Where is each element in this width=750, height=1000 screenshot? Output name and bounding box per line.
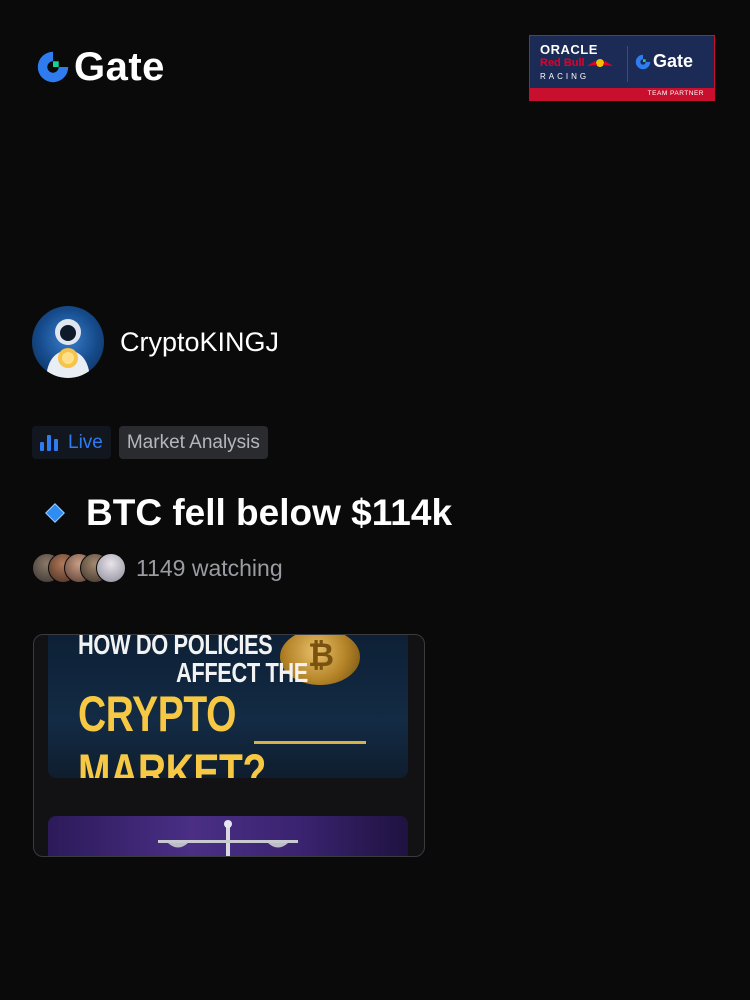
post-thumbnail[interactable]: ₿ HOW DO POLICIES AFFECT THE CRYPTO MARK… [48, 635, 408, 778]
scales-of-justice-icon [158, 820, 298, 856]
author-row[interactable]: CryptoKINGJ [32, 306, 279, 378]
logo-text: Gate [74, 45, 165, 89]
racing-wordmark: RACING [540, 72, 590, 81]
author-name[interactable]: CryptoKINGJ [120, 327, 279, 358]
live-bars-icon [40, 434, 58, 451]
watching-count: 1149 watching [136, 554, 283, 581]
redbull-wordmark: Red Bull [540, 57, 585, 69]
thumbnail-underline [254, 741, 366, 744]
viewers-row: 1149 watching [32, 553, 283, 583]
gate-logo[interactable]: Gate [34, 45, 165, 89]
partner-banner[interactable]: ORACLE Red Bull RACING Gate TEAM PARTNER [529, 35, 715, 101]
gate-logo-icon [635, 54, 651, 69]
post-thumbnail-2[interactable] [48, 816, 408, 856]
banner-divider [627, 46, 628, 82]
banner-gate-logo: Gate [634, 51, 693, 72]
diamond-icon [45, 503, 65, 523]
oracle-wordmark: ORACLE [540, 42, 598, 57]
post-title-text: BTC fell below $114k [86, 492, 453, 533]
category-tag[interactable]: Market Analysis [118, 426, 268, 459]
astronaut-avatar-icon [46, 319, 90, 378]
live-label: Live [68, 431, 103, 453]
redbull-icon [587, 59, 613, 67]
viewer-avatar [96, 553, 126, 583]
thumbnail-headline-line3: CRYPTO MARKET? [78, 686, 266, 778]
team-partner-label: TEAM PARTNER [530, 88, 714, 100]
avatar[interactable] [32, 306, 104, 378]
banner-gate-text: Gate [653, 51, 694, 71]
post-preview-card[interactable]: ₿ HOW DO POLICIES AFFECT THE CRYPTO MARK… [33, 634, 425, 857]
tag-row: Live Market Analysis [32, 426, 268, 459]
viewer-avatars [32, 553, 126, 583]
post-title[interactable]: BTC fell below $114k [45, 492, 453, 534]
gate-logo-icon [37, 51, 69, 83]
category-label: Market Analysis [126, 431, 260, 453]
live-badge[interactable]: Live [32, 426, 111, 459]
